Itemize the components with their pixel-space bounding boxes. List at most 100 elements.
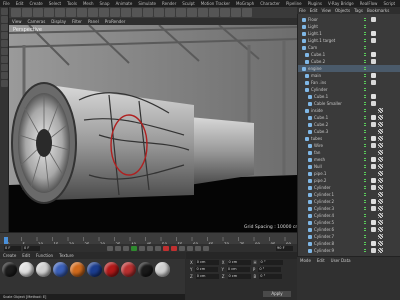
coordinate-field[interactable]: 0 cm (227, 274, 251, 279)
object-row[interactable]: Cylinder.7 (298, 233, 400, 240)
material-swatch[interactable] (70, 262, 85, 277)
object-row[interactable]: Cylinder.1 (298, 191, 400, 198)
tweak-mode-tool[interactable] (1, 64, 8, 71)
object-row[interactable]: Light.1 target (298, 37, 400, 44)
material-menu-create[interactable]: Create (0, 253, 19, 258)
visibility-dots-icon[interactable] (364, 136, 366, 141)
visibility-dots-icon[interactable] (364, 101, 366, 106)
visibility-dots-icon[interactable] (364, 73, 366, 78)
material-tag-icon[interactable] (371, 199, 376, 204)
workplane-tool[interactable] (1, 80, 8, 87)
object-menu-view[interactable]: View (319, 8, 333, 13)
viewport-menu-panel[interactable]: Panel (85, 19, 102, 24)
object-row[interactable]: pipe.2 (298, 177, 400, 184)
material-tag-icon[interactable] (371, 17, 376, 22)
viewport-menu-display[interactable]: Display (48, 19, 69, 24)
visibility-dots-icon[interactable] (364, 178, 366, 183)
material-swatch[interactable] (87, 262, 102, 277)
object-row[interactable]: Cube.2 (298, 121, 400, 128)
next-key-icon[interactable] (147, 245, 153, 251)
coordinate-field[interactable]: 0 cm (195, 274, 219, 279)
object-row[interactable]: Fan .ins (298, 79, 400, 86)
visibility-dots-icon[interactable] (364, 241, 366, 246)
menu-snap[interactable]: Snap (96, 0, 112, 7)
object-row[interactable]: inside (298, 107, 400, 114)
key-scale-icon[interactable] (195, 245, 201, 251)
visibility-dots-icon[interactable] (364, 171, 366, 176)
texture-tag-icon[interactable] (378, 178, 383, 183)
texture-tag-icon[interactable] (378, 164, 383, 169)
texture-tag-icon[interactable] (378, 220, 383, 225)
material-tag-icon[interactable] (371, 122, 376, 127)
visibility-dots-icon[interactable] (364, 220, 366, 225)
coordinate-field[interactable]: 0 cm (226, 267, 250, 272)
menu-pipeline[interactable]: Pipeline (283, 0, 305, 7)
menu-edit[interactable]: Edit (13, 0, 27, 7)
menu-tools[interactable]: Tools (64, 0, 80, 7)
object-row[interactable]: Null (298, 163, 400, 170)
scale-icon[interactable] (55, 8, 65, 17)
visibility-dots-icon[interactable] (364, 150, 366, 155)
material-swatch[interactable] (121, 262, 136, 277)
render-picture-viewer-icon[interactable] (132, 8, 142, 17)
points-mode-tool[interactable] (1, 32, 8, 39)
material-tag-icon[interactable] (371, 164, 376, 169)
material-tag-icon[interactable] (371, 73, 376, 78)
array-icon[interactable] (187, 8, 197, 17)
visibility-dots-icon[interactable] (364, 129, 366, 134)
object-menu-tags[interactable]: Tags (352, 8, 365, 13)
visibility-dots-icon[interactable] (364, 52, 366, 57)
visibility-dots-icon[interactable] (364, 122, 366, 127)
visibility-dots-icon[interactable] (364, 38, 366, 43)
object-row[interactable]: Cylinder.2 (298, 198, 400, 205)
material-tag-icon[interactable] (371, 220, 376, 225)
material-tag-icon[interactable] (371, 185, 376, 190)
texture-tag-icon[interactable] (378, 213, 383, 218)
visibility-dots-icon[interactable] (364, 206, 366, 211)
select-icon[interactable] (33, 8, 43, 17)
viewport-menu-cameras[interactable]: Cameras (25, 19, 49, 24)
texture-tag-icon[interactable] (378, 171, 383, 176)
material-tag-icon[interactable] (371, 178, 376, 183)
visibility-dots-icon[interactable] (364, 87, 366, 92)
material-menu-edit[interactable]: Edit (19, 253, 33, 258)
object-row[interactable]: pipe.1 (298, 170, 400, 177)
object-menu-file[interactable]: File (297, 8, 308, 13)
object-row[interactable]: Cylinder.6 (298, 226, 400, 233)
material-tag-icon[interactable] (371, 94, 376, 99)
object-menu-bookmarks[interactable]: Bookmarks (365, 8, 391, 13)
cube-icon[interactable] (154, 8, 164, 17)
texture-tag-icon[interactable] (378, 206, 383, 211)
material-tag-icon[interactable] (371, 80, 376, 85)
texture-tag-icon[interactable] (378, 227, 383, 232)
rotate-icon[interactable] (66, 8, 76, 17)
visibility-dots-icon[interactable] (364, 45, 366, 50)
min-frame-field[interactable]: 0 F (23, 245, 40, 251)
play-icon[interactable] (131, 245, 137, 251)
material-tag-icon[interactable] (371, 38, 376, 43)
visibility-dots-icon[interactable] (364, 164, 366, 169)
visibility-dots-icon[interactable] (364, 108, 366, 113)
menu-v-ray-bridge[interactable]: V-Ray Bridge (325, 0, 357, 7)
visibility-dots-icon[interactable] (364, 199, 366, 204)
menu-motion-tracker[interactable]: Motion Tracker (198, 0, 233, 7)
coordinate-system-icon[interactable] (110, 8, 120, 17)
object-row[interactable]: Cylinder.8 (298, 240, 400, 247)
autokey-icon[interactable] (171, 245, 177, 251)
timeline[interactable]: 051015202530354045505560657075808590 (0, 232, 297, 247)
apply-button[interactable]: Apply (263, 291, 291, 297)
go-to-start-icon[interactable] (107, 245, 113, 251)
material-tag-icon[interactable] (371, 206, 376, 211)
keyframe-selection-icon[interactable] (179, 245, 185, 251)
texture-tag-icon[interactable] (378, 248, 383, 253)
boole-icon[interactable] (198, 8, 208, 17)
visibility-dots-icon[interactable] (364, 185, 366, 190)
viewport-menu-prorender[interactable]: ProRender (102, 19, 129, 24)
material-tag-icon[interactable] (371, 143, 376, 148)
end-frame-field[interactable]: 90 F (276, 245, 293, 251)
object-row[interactable]: Cylinder (298, 184, 400, 191)
attribute-menu-mode[interactable]: Mode (297, 258, 314, 263)
material-tag-icon[interactable] (371, 227, 376, 232)
prev-key-icon[interactable] (115, 245, 121, 251)
coordinate-field[interactable]: 0 ° (258, 267, 282, 272)
